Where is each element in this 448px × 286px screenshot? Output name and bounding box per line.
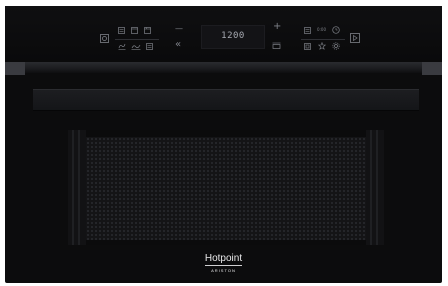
settings-icon[interactable] (332, 42, 340, 50)
defrost-icon[interactable] (118, 43, 126, 50)
window-side-right (366, 130, 384, 245)
door-window (86, 137, 366, 240)
clock-icon[interactable]: 0:00 (317, 28, 326, 32)
panel-trim (5, 62, 442, 73)
display-value: 1200 (221, 31, 245, 41)
alarm-icon[interactable] (332, 26, 340, 34)
favourite-icon[interactable] (318, 42, 326, 50)
control-panel: — « 1200 + 0:00 (5, 6, 442, 62)
crisp-icon[interactable] (131, 43, 141, 50)
menu-icon[interactable] (146, 43, 153, 50)
oven-icon[interactable] (131, 27, 138, 34)
tray-icon[interactable] (272, 42, 281, 49)
fan-oven-icon[interactable] (144, 27, 151, 34)
brand-name: Hotpoint (204, 253, 243, 266)
plus-icon[interactable]: + (273, 22, 281, 32)
display-screen: 1200 (201, 25, 265, 49)
window-side-left (68, 130, 86, 245)
function-divider (115, 39, 159, 40)
trim-cap-left (5, 62, 25, 75)
minus-icon[interactable]: — (175, 25, 183, 33)
back-icon[interactable]: « (175, 40, 181, 50)
timer-icon[interactable] (304, 27, 311, 34)
weight-icon[interactable] (304, 43, 311, 50)
brand-logo: Hotpoint ARISTON (5, 246, 442, 273)
start-icon[interactable] (350, 33, 360, 43)
oven-front: — « 1200 + 0:00 Hotpoint ARISTON (5, 6, 442, 283)
grill-icon[interactable] (118, 27, 125, 34)
brand-subname: ARISTON (211, 268, 236, 273)
settings-divider (301, 39, 345, 40)
power-icon[interactable] (100, 34, 109, 43)
door-handle[interactable] (33, 89, 419, 111)
trim-cap-right (422, 62, 442, 75)
